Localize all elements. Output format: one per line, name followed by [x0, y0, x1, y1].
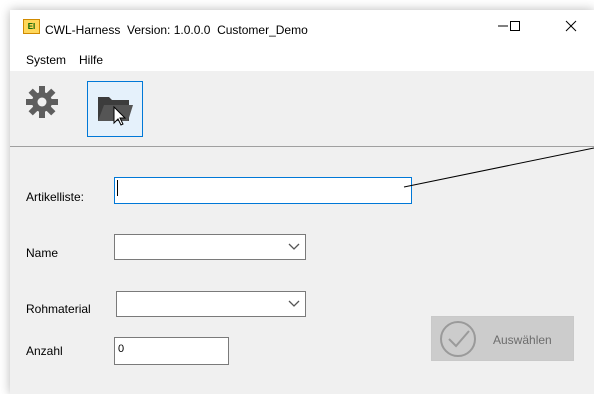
maximize-icon	[510, 21, 520, 31]
open-folder-button[interactable]	[87, 81, 143, 137]
settings-button[interactable]	[21, 81, 63, 123]
maximize-button[interactable]	[492, 10, 538, 42]
window-title: CWL-Harness Version: 1.0.0.0 Customer_De…	[45, 23, 308, 37]
check-circle-icon	[440, 321, 476, 357]
rohmaterial-label: Rohmaterial	[26, 302, 91, 316]
folder-icon	[98, 97, 133, 126]
annotation-line	[403, 147, 594, 188]
artikelliste-input[interactable]	[114, 177, 412, 204]
name-label: Name	[26, 246, 59, 260]
auswaehlen-label: Auswählen	[493, 333, 552, 347]
chevron-down-icon	[288, 300, 300, 307]
app-icon: El	[23, 19, 40, 34]
artikelliste-label: Artikelliste:	[26, 190, 85, 204]
name-select[interactable]	[114, 234, 306, 260]
rohmaterial-select[interactable]	[116, 291, 306, 317]
close-button[interactable]	[548, 10, 594, 42]
anzahl-label: Anzahl	[26, 344, 63, 358]
anzahl-input[interactable]: 0	[114, 337, 229, 365]
close-icon	[565, 20, 577, 32]
menu-hilfe[interactable]: Hilfe	[79, 53, 103, 67]
chevron-down-icon	[288, 243, 300, 250]
gear-icon	[26, 86, 58, 118]
menu-system[interactable]: System	[26, 53, 66, 67]
text-cursor	[117, 180, 118, 196]
